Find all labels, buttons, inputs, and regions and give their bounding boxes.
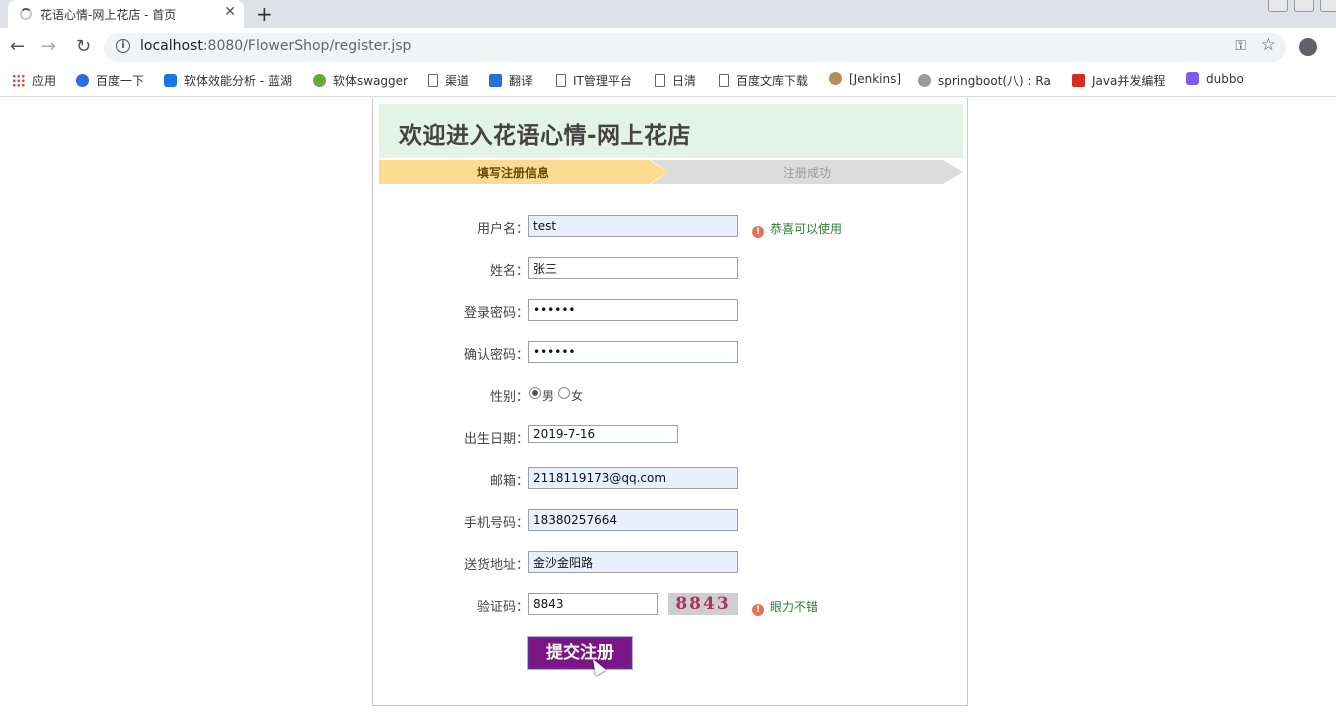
birthdate-input[interactable] <box>528 425 678 443</box>
lanhu-icon <box>164 74 177 87</box>
page-header: 欢迎进入花语心情-网上花店 <box>379 104 963 158</box>
register-panel: 欢迎进入花语心情-网上花店 填写注册信息 注册成功 用户名： !恭喜可以使用 姓… <box>372 98 968 706</box>
email-row: 邮箱： <box>373 467 969 491</box>
phone-input[interactable] <box>528 509 738 531</box>
bookmark-it-platform[interactable]: IT管理平台 <box>556 72 632 89</box>
bookmark-riqing[interactable]: 日清 <box>655 72 696 89</box>
phone-row: 手机号码： <box>373 509 969 533</box>
browser-tabstrip: 花语心情-网上花店 - 首页 ✕ + <box>0 0 1336 28</box>
browser-toolbar: ← → ↻ i localhost:8080/FlowerShop/regist… <box>0 28 1336 66</box>
maximize-icon[interactable] <box>1294 0 1314 12</box>
name-row: 姓名： <box>373 257 969 281</box>
loading-spinner-icon <box>20 8 32 20</box>
page-icon <box>719 74 729 87</box>
address-label: 送货地址： <box>463 558 529 573</box>
bookmark-baidu-wenku[interactable]: 百度文库下载 <box>719 72 808 89</box>
address-row: 送货地址： <box>373 551 969 575</box>
progress-steps: 填写注册信息 注册成功 <box>379 160 963 184</box>
address-bar[interactable]: i localhost:8080/FlowerShop/register.jsp… <box>104 33 1286 62</box>
birthdate-label: 出生日期： <box>463 432 529 447</box>
site-info-icon[interactable]: i <box>116 39 130 53</box>
confirm-password-row: 确认密码： <box>373 341 969 365</box>
new-tab-button[interactable]: + <box>256 2 273 26</box>
csdn-icon <box>1072 74 1085 87</box>
bookmark-java-concurrency[interactable]: Java并发编程 <box>1072 72 1165 89</box>
captcha-row: 验证码： 8843 !眼力不错 <box>373 593 969 617</box>
step-success: 注册成功 <box>651 160 963 184</box>
email-input[interactable] <box>528 467 738 489</box>
gender-female-label: 女 <box>571 389 584 403</box>
gender-label: 性别： <box>489 390 529 405</box>
globe-icon <box>918 74 931 87</box>
bookmark-springboot[interactable]: springboot(八) : Ra <box>918 72 1051 89</box>
username-input[interactable] <box>528 215 738 237</box>
apps-grid-icon <box>12 74 25 87</box>
bookmark-baidu[interactable]: 百度一下 <box>76 72 144 89</box>
browser-tab[interactable]: 花语心情-网上花店 - 首页 ✕ <box>8 0 244 28</box>
translate-icon <box>489 74 502 87</box>
birthdate-row: 出生日期： <box>373 425 969 449</box>
url-text[interactable]: localhost:8080/FlowerShop/register.jsp <box>140 38 411 54</box>
tab-title: 花语心情-网上花店 - 首页 <box>40 8 177 22</box>
bookmark-jenkins[interactable]: [Jenkins] <box>829 72 901 86</box>
page-icon <box>428 74 438 87</box>
gender-female-radio[interactable] <box>558 387 570 399</box>
password-input[interactable] <box>528 299 738 321</box>
username-label: 用户名： <box>476 222 529 237</box>
captcha-label: 验证码： <box>476 600 529 615</box>
tab-close-icon[interactable]: ✕ <box>224 4 236 20</box>
bookmark-translate[interactable]: 翻译 <box>489 72 533 89</box>
bookmark-swagger[interactable]: 软体swagger <box>313 72 408 89</box>
page-title: 欢迎进入花语心情-网上花店 <box>399 123 692 149</box>
password-row: 登录密码： <box>373 299 969 323</box>
account-avatar-icon[interactable] <box>1299 38 1317 56</box>
confirm-password-input[interactable] <box>528 341 738 363</box>
warning-icon: ! <box>752 226 764 238</box>
forward-button[interactable]: → <box>41 36 56 57</box>
bookmark-dubbo[interactable]: dubbo <box>1186 72 1244 86</box>
name-input[interactable] <box>528 257 738 279</box>
gender-male-radio[interactable] <box>529 387 541 399</box>
baidu-icon <box>76 74 89 87</box>
gender-male-label: 男 <box>542 389 555 403</box>
phone-label: 手机号码： <box>463 516 529 531</box>
close-window-icon[interactable] <box>1320 0 1336 12</box>
email-label: 邮箱： <box>489 474 529 489</box>
gender-row: 性别： 男 女 <box>373 383 969 407</box>
username-row: 用户名： !恭喜可以使用 <box>373 215 969 239</box>
bookmarks-bar: 应用 百度一下 软体效能分析 - 蓝湖 软体swagger 渠道 翻译 IT管理… <box>0 66 1336 97</box>
jenkins-icon <box>829 72 842 85</box>
bookmark-apps[interactable]: 应用 <box>12 72 56 89</box>
confirm-password-label: 确认密码： <box>463 348 529 363</box>
page-icon <box>556 74 566 87</box>
swagger-icon <box>313 74 326 87</box>
captcha-image[interactable]: 8843 <box>668 593 738 615</box>
captcha-hint: ! 眼力不错 <box>752 598 818 616</box>
dubbo-icon <box>1186 72 1199 85</box>
captcha-input[interactable] <box>528 593 658 615</box>
password-label: 登录密码： <box>463 306 529 321</box>
step-fill-info-label: 填写注册信息 <box>477 166 550 180</box>
key-icon[interactable]: ⚿ <box>1235 38 1246 54</box>
username-hint: ! 恭喜可以使用 <box>752 220 842 238</box>
page-icon <box>655 74 665 87</box>
minimize-icon[interactable] <box>1268 0 1288 12</box>
warning-icon: ! <box>752 604 764 616</box>
bookmark-lanhu[interactable]: 软体效能分析 - 蓝湖 <box>164 72 292 89</box>
step-fill-info: 填写注册信息 <box>379 160 669 184</box>
step-success-label: 注册成功 <box>783 166 832 180</box>
back-button[interactable]: ← <box>10 36 25 57</box>
address-input[interactable] <box>528 551 738 573</box>
name-label: 姓名： <box>489 264 529 279</box>
reload-button[interactable]: ↻ <box>76 36 91 57</box>
submit-row: 提交注册 <box>373 636 969 671</box>
bookmark-star-icon[interactable]: ☆ <box>1261 35 1276 55</box>
submit-register-button[interactable]: 提交注册 <box>527 636 633 670</box>
bookmark-channel[interactable]: 渠道 <box>428 72 469 89</box>
